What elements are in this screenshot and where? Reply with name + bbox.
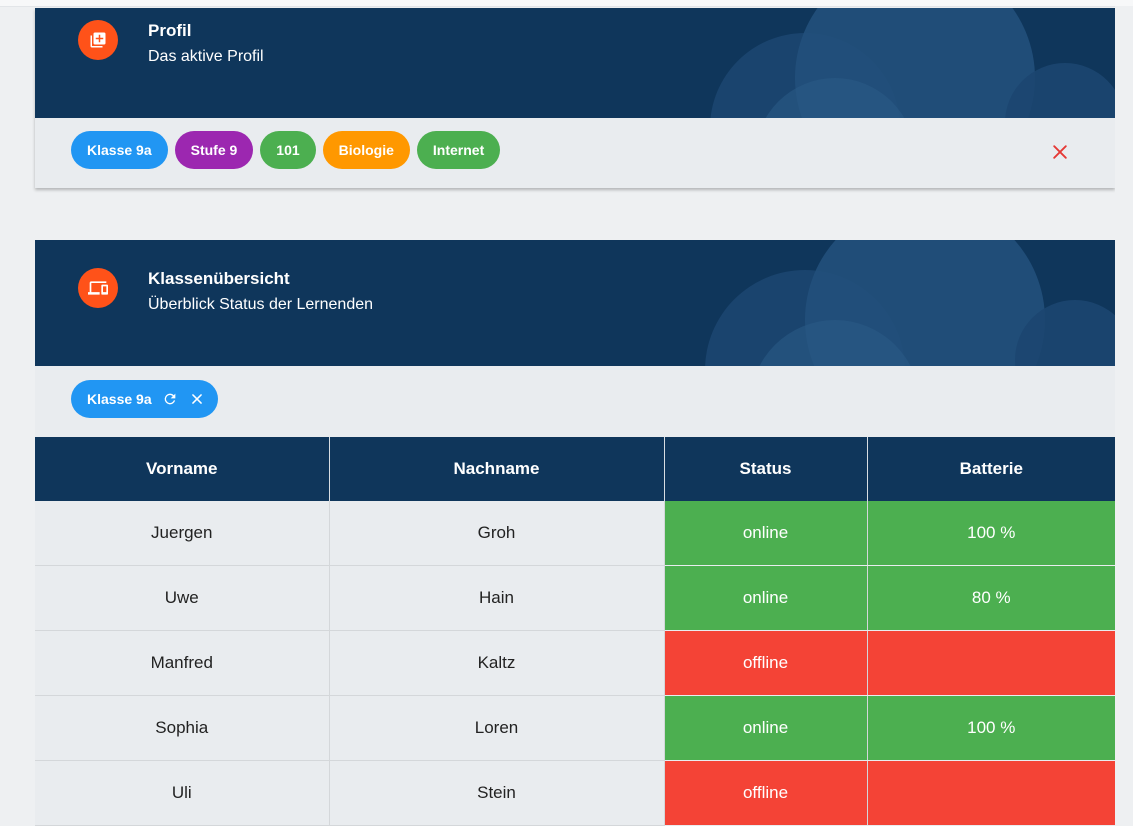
cell-lastname: Hain [329,565,665,631]
cell-battery [867,630,1115,696]
class-overview-card: Klassenübersicht Überblick Status der Le… [35,240,1115,826]
cell-lastname: Loren [329,695,665,761]
library-add-icon [78,20,118,60]
cell-firstname: Manfred [35,630,330,696]
chip-class[interactable]: Klasse 9a [71,131,168,169]
class-card-header: Klassenübersicht Überblick Status der Le… [35,240,1115,366]
column-header-battery[interactable]: Batterie [867,437,1115,501]
page-edge [1115,6,1133,787]
cell-firstname: Uwe [35,565,330,631]
table-row[interactable]: Manfred Kaltz offline [35,630,1115,696]
students-table: Vorname Nachname Status Batterie Juergen… [35,437,1115,826]
cell-battery: 80 % [867,565,1115,631]
cell-lastname: Stein [329,760,665,826]
profile-subtitle: Das aktive Profil [148,48,264,65]
cell-battery [867,760,1115,826]
cell-firstname: Juergen [35,501,330,566]
refresh-icon[interactable] [162,391,178,407]
close-icon[interactable] [190,392,204,406]
cell-battery: 100 % [867,501,1115,566]
cell-battery: 100 % [867,695,1115,761]
table-row[interactable]: Juergen Groh online 100 % [35,501,1115,566]
cell-status: online [664,565,868,631]
cell-lastname: Kaltz [329,630,665,696]
chip-class-label: Klasse 9a [87,391,152,407]
cell-status: online [664,501,868,566]
profile-card-header: Profil Das aktive Profil [35,8,1115,118]
table-row[interactable]: Uli Stein offline [35,760,1115,826]
top-border [0,0,1133,7]
cell-status: offline [664,760,868,826]
class-overview-subtitle: Überblick Status der Lernenden [148,296,374,313]
cell-lastname: Groh [329,501,665,566]
cell-firstname: Uli [35,760,330,826]
profile-chip-row: Klasse 9a Stufe 9 101 Biologie Internet [71,131,507,169]
table-row[interactable]: Uwe Hain online 80 % [35,565,1115,631]
cell-status: offline [664,630,868,696]
cell-status: online [664,695,868,761]
profile-title: Profil [148,21,192,40]
column-header-status[interactable]: Status [664,437,868,501]
cell-firstname: Sophia [35,695,330,761]
profile-card: Profil Das aktive Profil Klasse 9a Stufe… [35,8,1115,188]
class-chip-row: Klasse 9a [71,380,225,418]
chip-internet[interactable]: Internet [416,131,501,169]
chip-subject[interactable]: Biologie [322,131,410,169]
chip-room[interactable]: 101 [260,131,316,169]
table-row[interactable]: Sophia Loren online 100 % [35,695,1115,761]
table-header-row: Vorname Nachname Status Batterie [35,437,1115,501]
class-overview-title: Klassenübersicht [148,269,290,288]
column-header-firstname[interactable]: Vorname [35,437,330,501]
devices-icon [78,268,118,308]
chip-class-selected[interactable]: Klasse 9a [71,380,218,418]
column-header-lastname[interactable]: Nachname [329,437,665,501]
chip-level[interactable]: Stufe 9 [174,131,254,169]
close-icon[interactable] [1050,142,1070,162]
